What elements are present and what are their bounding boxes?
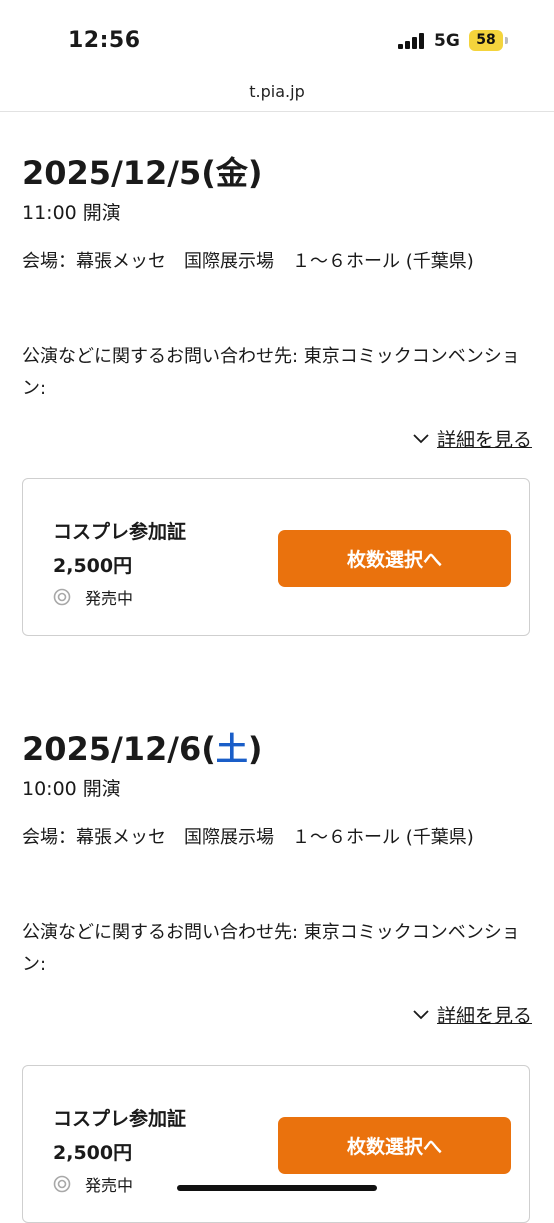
ticket-card: コスプレ参加証 2,500円 発売中 枚数選択へ [22,478,530,636]
ticket-card: コスプレ参加証 2,500円 発売中 枚数選択へ [22,1065,530,1223]
battery-icon: 58 [469,30,503,51]
status-bar: 12:56 5G 58 [0,0,554,80]
sale-status: 発売中 [53,1172,133,1196]
on-sale-icon [53,1175,71,1193]
select-quantity-button[interactable]: 枚数選択へ [278,530,511,587]
chevron-down-icon [413,433,429,443]
home-indicator[interactable] [177,1185,377,1191]
performance-date: 2025/12/6(土) [22,730,263,768]
day-of-week: 金 [215,154,248,192]
venue: 会場：幕張メッセ 国際展示場 １～６ホール (千葉県) [22,827,474,848]
ticket-price: 2,500円 [53,555,133,577]
details-label: 詳細を見る [436,1005,532,1027]
start-time: 10:00 開演 [22,778,121,800]
sale-status-label: 発売中 [85,1176,134,1195]
battery-tip [505,37,508,44]
start-time: 11:00 開演 [22,202,121,224]
sale-status-label: 発売中 [85,589,134,608]
signal-icon [398,33,428,49]
details-label: 詳細を見る [436,429,532,451]
chevron-down-icon [413,1009,429,1019]
contact-info: 公演などに関するお問い合わせ先: 東京コミックコンベンション: [22,346,520,399]
ticket-name: コスプレ参加証 [53,1108,187,1130]
network-type: 5G [434,31,460,51]
on-sale-icon [53,588,71,606]
day-of-week: 土 [215,730,248,768]
contact-info: 公演などに関するお問い合わせ先: 東京コミックコンベンション: [22,922,520,975]
details-link[interactable]: 詳細を見る [413,425,532,452]
ticket-name: コスプレ参加証 [53,521,187,543]
url-bar[interactable]: t.pia.jp [0,82,554,101]
sale-status: 発売中 [53,585,133,609]
ticket-price: 2,500円 [53,1142,133,1164]
select-quantity-button[interactable]: 枚数選択へ [278,1117,511,1174]
header-divider [0,111,554,112]
status-time: 12:56 [68,28,141,53]
venue: 会場：幕張メッセ 国際展示場 １～６ホール (千葉県) [22,251,474,272]
performance-date: 2025/12/5(金) [22,154,263,192]
details-link[interactable]: 詳細を見る [413,1001,532,1028]
